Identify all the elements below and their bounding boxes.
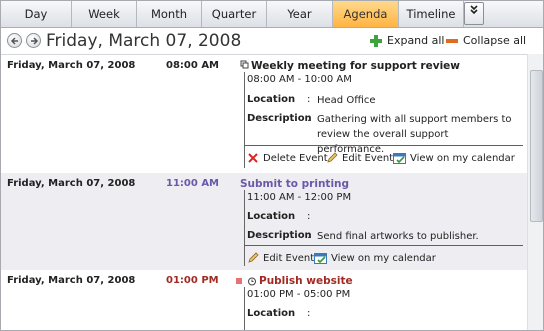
calendar-icon xyxy=(314,253,327,264)
event-divider xyxy=(244,190,245,266)
agenda-row: Friday, March 07, 2008 11:00 AM Submit t… xyxy=(1,173,527,270)
minus-icon xyxy=(446,39,458,43)
tab-day[interactable]: Day xyxy=(1,1,72,27)
agenda-header: Friday, March 07, 2008 Expand all Collap… xyxy=(1,28,543,54)
colon: : xyxy=(307,94,311,105)
actions-separator xyxy=(244,245,523,246)
agenda-row: Friday, March 07, 2008 01:00 PM Publish … xyxy=(1,270,527,330)
collapse-all-label: Collapse all xyxy=(463,34,527,47)
delete-x-icon xyxy=(248,153,258,163)
arrow-right-icon xyxy=(31,37,39,45)
expand-all-label: Expand all xyxy=(387,34,445,47)
location-label: Location xyxy=(247,211,296,222)
delete-event-button[interactable]: Delete Event xyxy=(247,152,328,166)
vertical-scrollbar[interactable] xyxy=(527,54,543,330)
more-views-button[interactable] xyxy=(464,2,484,25)
plus-icon xyxy=(370,35,382,47)
edit-event-label: Edit Event xyxy=(342,153,394,164)
view-on-calendar-label: View on my calendar xyxy=(410,153,515,164)
description-value: Gathering with all support members to re… xyxy=(317,114,512,155)
current-date-title: Friday, March 07, 2008 xyxy=(46,31,242,51)
description-value: Send final artworks to publisher. xyxy=(317,231,479,242)
category-color-marker xyxy=(236,278,242,284)
pencil-icon xyxy=(327,152,338,163)
edit-event-button[interactable]: Edit Event xyxy=(247,252,315,266)
view-on-calendar-label: View on my calendar xyxy=(331,253,436,264)
edit-event-label: Edit Event xyxy=(263,253,315,264)
location-label: Location xyxy=(247,308,296,319)
event-date: Friday, March 07, 2008 xyxy=(7,275,136,286)
event-time-range: 01:00 PM - 05:00 PM xyxy=(247,289,351,300)
agenda-row: Friday, March 07, 2008 08:00 AM Weekly m… xyxy=(1,55,527,173)
double-chevron-down-icon xyxy=(470,5,478,15)
event-title[interactable]: Publish website xyxy=(259,275,353,287)
description-label: Description xyxy=(247,113,312,124)
event-time-range: 11:00 AM - 12:00 PM xyxy=(247,192,352,203)
recurrence-icon xyxy=(240,60,249,69)
actions-separator xyxy=(244,145,523,146)
event-date: Friday, March 07, 2008 xyxy=(7,60,136,71)
colon: : xyxy=(307,308,311,319)
tab-quarter[interactable]: Quarter xyxy=(202,1,267,27)
location-label: Location xyxy=(247,94,296,105)
event-time: 11:00 AM xyxy=(166,178,220,189)
event-divider xyxy=(244,287,245,330)
scrollbar-thumb[interactable] xyxy=(530,70,543,222)
tab-month[interactable]: Month xyxy=(137,1,202,27)
tab-agenda[interactable]: Agenda xyxy=(333,1,399,27)
view-tab-strip: Day Week Month Quarter Year Agenda Timel… xyxy=(1,1,543,28)
tab-timeline[interactable]: Timeline xyxy=(399,1,464,27)
tab-week[interactable]: Week xyxy=(72,1,137,27)
delete-event-label: Delete Event xyxy=(263,153,328,164)
view-on-calendar-button[interactable]: View on my calendar xyxy=(393,152,515,166)
event-title[interactable]: Weekly meeting for support review xyxy=(251,60,460,72)
event-time: 01:00 PM xyxy=(166,275,219,286)
view-on-calendar-button[interactable]: View on my calendar xyxy=(314,252,436,266)
previous-day-button[interactable] xyxy=(7,33,22,48)
edit-event-button[interactable]: Edit Event xyxy=(326,152,394,166)
event-divider xyxy=(244,72,245,168)
description-label: Description xyxy=(247,230,312,241)
scheduler: Day Week Month Quarter Year Agenda Timel… xyxy=(0,0,544,331)
colon: : xyxy=(307,113,311,124)
next-day-button[interactable] xyxy=(26,33,41,48)
colon: : xyxy=(307,211,311,222)
event-date: Friday, March 07, 2008 xyxy=(7,178,136,189)
event-title[interactable]: Submit to printing xyxy=(240,178,349,190)
colon: : xyxy=(307,230,311,241)
calendar-icon xyxy=(393,153,406,164)
event-time-range: 08:00 AM - 10:00 AM xyxy=(247,74,352,85)
pencil-icon xyxy=(248,252,259,263)
event-time: 08:00 AM xyxy=(166,60,220,71)
arrow-left-icon xyxy=(10,37,18,45)
tab-year[interactable]: Year xyxy=(267,1,333,27)
agenda-list[interactable]: Friday, March 07, 2008 08:00 AM Weekly m… xyxy=(1,54,527,330)
location-value: Head Office xyxy=(317,95,376,106)
alarm-clock-icon xyxy=(248,277,256,286)
